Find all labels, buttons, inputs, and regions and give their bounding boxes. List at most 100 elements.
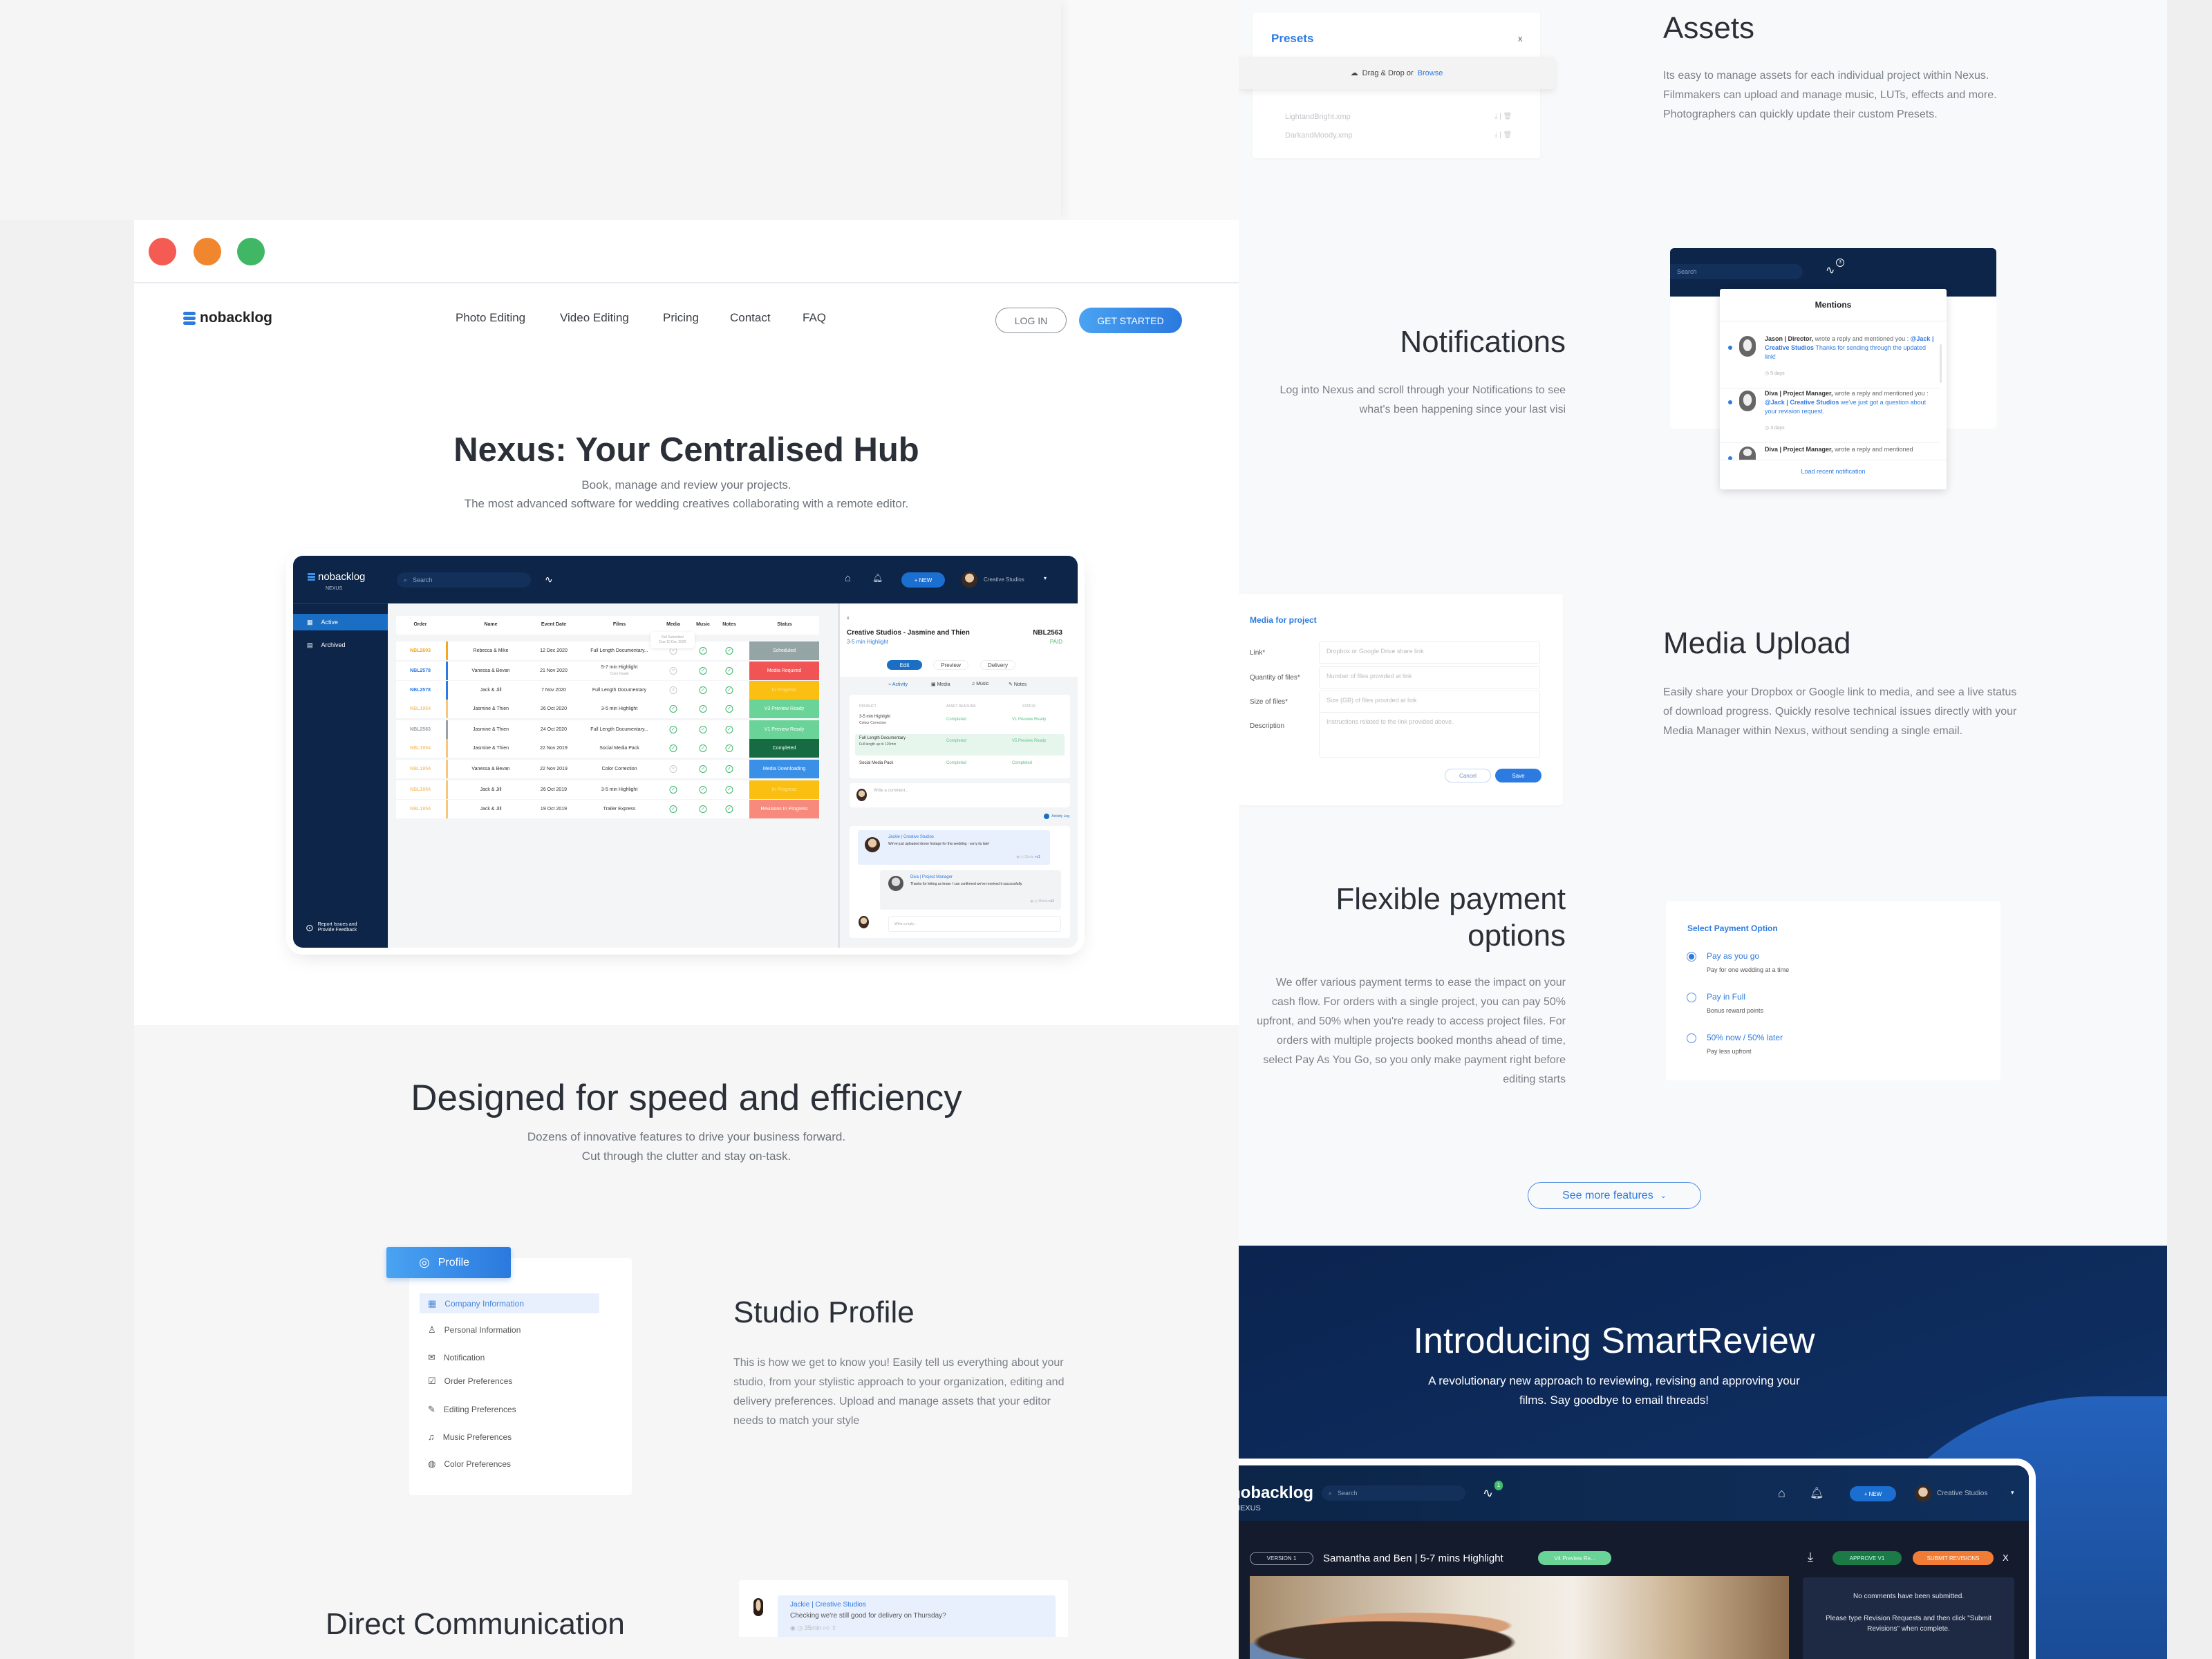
download-icon[interactable]: ⤓ | 🗑 bbox=[1494, 131, 1512, 139]
table-row[interactable]: NBL2563 Jasmine & Thien 24 Oct 2020 Full Le… bbox=[396, 720, 819, 739]
close-window-button[interactable] bbox=[149, 238, 176, 265]
activity-log-toggle[interactable]: Activity Log bbox=[1044, 814, 1069, 819]
user-name[interactable]: Creative Studios bbox=[984, 577, 1024, 583]
payment-option-label[interactable]: Pay as you go bbox=[1707, 951, 1759, 961]
logo[interactable]: nobacklog bbox=[1239, 1483, 1313, 1503]
close-icon[interactable]: x bbox=[1518, 33, 1523, 44]
profile-menu-item[interactable]: ◍ Color Preferences bbox=[420, 1454, 599, 1474]
tab-notes[interactable]: ✎ Notes bbox=[1009, 682, 1027, 687]
nav-pricing[interactable]: Pricing bbox=[663, 311, 699, 325]
submit-revisions-button[interactable]: SUBMIT REVISIONS bbox=[1913, 1551, 1994, 1565]
notification-item[interactable]: Diva | Project Manager, wrote a reply an… bbox=[1720, 389, 1940, 443]
activity-pulse-icon[interactable]: ∿ bbox=[1826, 263, 1835, 277]
save-button[interactable]: Save bbox=[1495, 769, 1541, 782]
tab-music[interactable]: ♫ Music bbox=[971, 682, 988, 686]
order-id[interactable]: NBL2563 bbox=[410, 727, 431, 732]
get-started-button[interactable]: GET STARTED bbox=[1079, 308, 1182, 333]
order-id[interactable]: NBL2603 bbox=[410, 648, 431, 653]
table-row[interactable]: NBL2603 Rebecca & Mike 12 Dec 2020 Full Len… bbox=[396, 641, 819, 660]
profile-menu-item[interactable]: ♫ Music Preferences bbox=[420, 1427, 599, 1447]
search-input[interactable]: ⌕ Search bbox=[397, 572, 531, 588]
step-edit[interactable]: Edit bbox=[887, 660, 922, 670]
video-preview[interactable] bbox=[1250, 1576, 1789, 1659]
scrollbar[interactable] bbox=[1940, 344, 1942, 383]
login-button[interactable]: LOG IN bbox=[995, 308, 1067, 333]
profile-menu-item[interactable]: ✎ Editing Preferences bbox=[420, 1399, 599, 1419]
step-delivery[interactable]: Delivery bbox=[980, 660, 1015, 670]
profile-menu-item[interactable]: ▦ Company Information bbox=[420, 1293, 599, 1313]
profile-menu-item[interactable]: ☑ Order Preferences bbox=[420, 1371, 599, 1391]
nav-faq[interactable]: FAQ bbox=[803, 311, 826, 325]
minimize-window-button[interactable] bbox=[194, 238, 221, 265]
dashboard-logo[interactable]: nobacklog bbox=[308, 571, 365, 583]
notification-item[interactable]: Jason | Director, wrote a reply and ment… bbox=[1720, 335, 1940, 388]
field-input[interactable]: Dropbox or Google Drive share link bbox=[1319, 641, 1540, 664]
table-row[interactable]: NBL1954 Jack & Jill 19 Oct 2019 Trailer Exp… bbox=[396, 800, 819, 818]
order-id[interactable]: NBL2578 bbox=[410, 668, 431, 673]
order-id[interactable]: NBL1954 bbox=[410, 807, 431, 812]
activity-pulse-icon[interactable]: ∿ bbox=[545, 574, 553, 585]
profile-tab[interactable]: ◎ Profile bbox=[386, 1247, 511, 1278]
comment-input[interactable]: Write a comment... bbox=[850, 783, 1070, 807]
chevron-down-icon[interactable]: ▾ bbox=[1044, 575, 1047, 581]
search-input[interactable]: Search bbox=[1670, 264, 1803, 279]
reply-input[interactable]: Write a reply... bbox=[888, 916, 1061, 932]
order-id[interactable]: NBL1954 bbox=[410, 746, 431, 751]
payment-option-label[interactable]: Pay in Full bbox=[1707, 992, 1745, 1002]
table-row[interactable]: NBL2578 Jack & Jill 7 Nov 2020 Full Length … bbox=[396, 681, 819, 700]
logo[interactable]: nobacklog bbox=[183, 310, 272, 326]
drop-zone[interactable]: ☁ Drag & Drop or Browse bbox=[1239, 57, 1555, 89]
bell-icon[interactable]: 🔔︎ bbox=[1810, 1486, 1824, 1500]
close-icon[interactable]: X bbox=[2003, 1553, 2009, 1563]
table-row[interactable]: NBL2578 Vanessa & Bevan 21 Nov 2020 5-7 min… bbox=[396, 662, 819, 680]
version-selector[interactable]: VERSION 1 bbox=[1250, 1552, 1313, 1565]
order-id[interactable]: NBL1954 bbox=[410, 767, 431, 771]
new-button[interactable]: + NEW bbox=[1850, 1486, 1896, 1501]
field-input[interactable]: Number of files provided at link bbox=[1319, 666, 1540, 688]
nav-contact[interactable]: Contact bbox=[730, 311, 771, 325]
like-count[interactable]: 1 bbox=[1052, 899, 1054, 903]
field-input[interactable]: Size (GB) of files provided at link bbox=[1319, 691, 1540, 713]
search-input[interactable]: ⌕ Search bbox=[1322, 1485, 1465, 1501]
table-row[interactable]: NBL1954 Jasmine & Thien 22 Nov 2019 Social … bbox=[396, 739, 819, 758]
order-id[interactable]: NBL2578 bbox=[410, 688, 431, 693]
avatar[interactable] bbox=[1915, 1485, 1931, 1502]
report-issues-link[interactable]: ⊙ Report Issues and Provide Feedback bbox=[306, 922, 357, 933]
order-id[interactable]: NBL1954 bbox=[410, 706, 431, 711]
like-count[interactable]: 1 bbox=[1038, 855, 1040, 859]
browse-link[interactable]: Browse bbox=[1418, 69, 1443, 77]
home-icon[interactable]: ⌂ bbox=[1778, 1486, 1785, 1501]
field-input[interactable]: Instructions related to the link provide… bbox=[1319, 712, 1540, 758]
column-header[interactable]: Name bbox=[484, 622, 497, 627]
table-row[interactable]: NBL1954 Jasmine & Thien 26 Oct 2020 3-5 min… bbox=[396, 700, 819, 718]
cancel-button[interactable]: Cancel bbox=[1445, 769, 1491, 782]
payment-radio[interactable] bbox=[1687, 1033, 1696, 1043]
see-more-features-button[interactable]: See more features ⌄ bbox=[1528, 1182, 1701, 1209]
chevron-down-icon[interactable]: ▾ bbox=[2011, 1489, 2014, 1497]
payment-option-label[interactable]: 50% now / 50% later bbox=[1707, 1033, 1783, 1042]
nav-video-editing[interactable]: Video Editing bbox=[560, 311, 629, 325]
maximize-window-button[interactable] bbox=[237, 238, 265, 265]
profile-menu-item[interactable]: ♙ Personal Information bbox=[420, 1320, 599, 1340]
table-row[interactable]: NBL1954 Vanessa & Bevan 22 Nov 2019 Color C… bbox=[396, 760, 819, 778]
column-header[interactable]: Order bbox=[413, 622, 427, 627]
payment-radio[interactable] bbox=[1687, 952, 1696, 962]
tab-activity[interactable]: ⌁ Activity bbox=[888, 682, 908, 687]
new-button[interactable]: + NEW bbox=[901, 572, 945, 588]
nav-photo-editing[interactable]: Photo Editing bbox=[456, 311, 525, 325]
download-icon[interactable]: ⤓ bbox=[1808, 1550, 1813, 1564]
payment-radio[interactable] bbox=[1687, 993, 1696, 1002]
tab-media[interactable]: ▣ Media bbox=[931, 682, 950, 687]
sidebar-item-archived[interactable]: ▤ Archived bbox=[293, 637, 388, 653]
order-id[interactable]: NBL1954 bbox=[410, 787, 431, 792]
sidebar-item-active[interactable]: ▦ Active bbox=[293, 614, 388, 630]
close-icon[interactable]: x bbox=[847, 616, 850, 621]
profile-menu-item[interactable]: ✉ Notification bbox=[420, 1347, 599, 1367]
notification-item[interactable]: Diva | Project Manager, wrote a reply an… bbox=[1720, 445, 1940, 460]
load-recent-link[interactable]: Load recent notification bbox=[1720, 468, 1947, 475]
mention-link[interactable]: @Jack | Creative Studios bbox=[1765, 399, 1839, 406]
table-row[interactable]: NBL1954 Jack & Jill 26 Oct 2019 3-5 min Hig… bbox=[396, 780, 819, 799]
approve-button[interactable]: APPROVE V1 bbox=[1833, 1551, 1902, 1565]
activity-pulse-icon[interactable]: ∿ bbox=[1483, 1486, 1493, 1501]
download-icon[interactable]: ⤓ | 🗑 bbox=[1494, 113, 1512, 120]
